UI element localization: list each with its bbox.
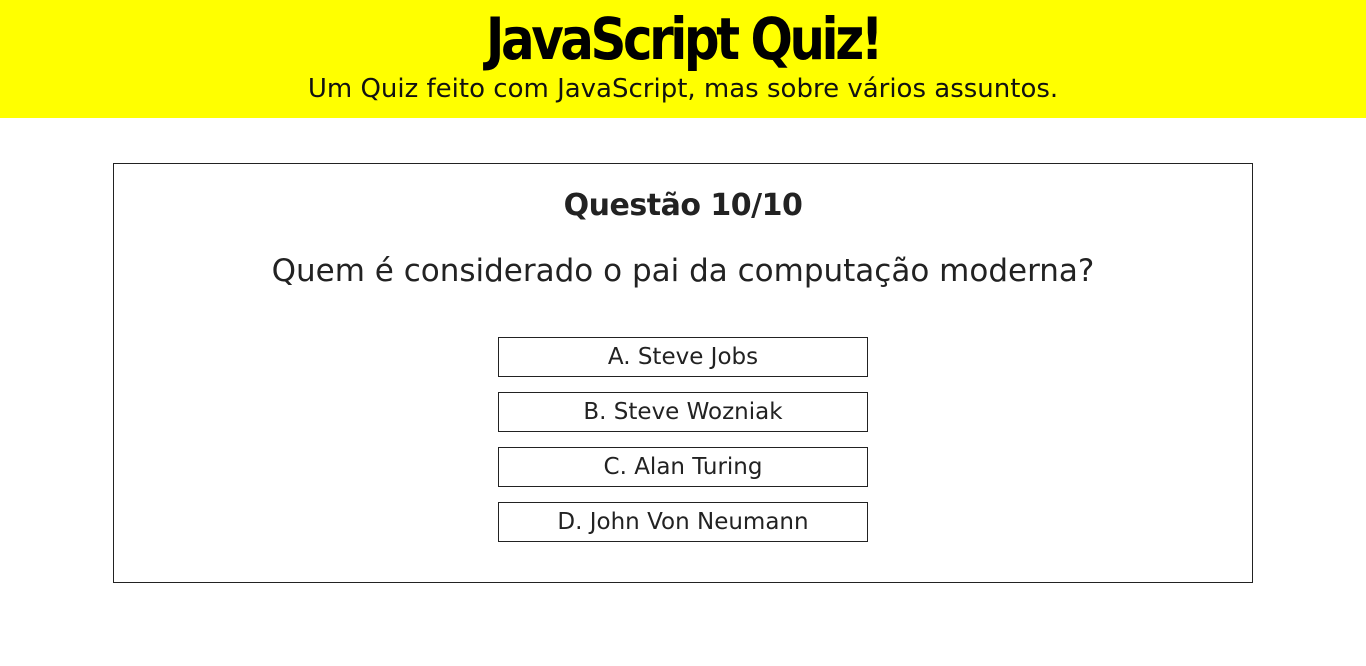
question-counter: Questão 10/10: [563, 188, 803, 223]
page-header: JavaScript Quiz! Um Quiz feito com JavaS…: [0, 0, 1366, 118]
answer-option-a[interactable]: A. Steve Jobs: [498, 337, 868, 377]
answer-options: A. Steve Jobs B. Steve Wozniak C. Alan T…: [498, 337, 868, 557]
quiz-card: Questão 10/10 Quem é considerado o pai d…: [113, 163, 1253, 583]
page-subtitle: Um Quiz feito com JavaScript, mas sobre …: [307, 74, 1059, 104]
page-title: JavaScript Quiz!: [485, 5, 884, 73]
answer-option-b[interactable]: B. Steve Wozniak: [498, 392, 868, 432]
answer-option-c[interactable]: C. Alan Turing: [498, 447, 868, 487]
answer-option-d[interactable]: D. John Von Neumann: [498, 502, 868, 542]
question-text: Quem é considerado o pai da computação m…: [271, 253, 1095, 289]
